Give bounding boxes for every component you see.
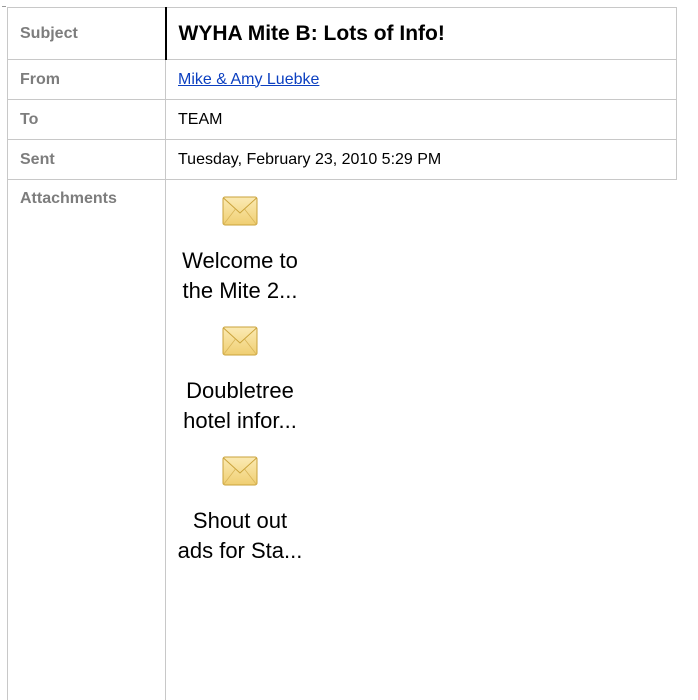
attachment-list: Welcome to the Mite 2... Doubletree hote… <box>166 190 314 580</box>
sent-value: Tuesday, February 23, 2010 5:29 PM <box>165 139 677 180</box>
attachment-item[interactable]: Welcome to the Mite 2... <box>166 190 314 320</box>
attachments-label: Attachments <box>7 179 166 700</box>
envelope-icon[interactable] <box>222 456 258 486</box>
attachment-name-line2: the Mite 2... <box>182 278 298 303</box>
attachment-name-line2: ads for Sta... <box>177 538 303 563</box>
subject-value: WYHA Mite B: Lots of Info! <box>164 7 677 60</box>
attachment-name: Doubletree hotel infor... <box>166 376 314 450</box>
attachment-name: Welcome to the Mite 2... <box>166 246 314 320</box>
from-row: From Mike & Amy Luebke <box>7 59 677 100</box>
attachment-item[interactable]: Doubletree hotel infor... <box>166 320 314 450</box>
subject-row: Subject WYHA Mite B: Lots of Info! <box>7 7 677 60</box>
attachment-name-line2: hotel infor... <box>183 408 297 433</box>
corner-mark <box>2 6 6 7</box>
attachment-item[interactable]: Shout out ads for Sta... <box>166 450 314 580</box>
attachment-name-line1: Doubletree <box>186 378 294 403</box>
sent-label: Sent <box>7 139 166 180</box>
from-label: From <box>7 59 166 100</box>
envelope-icon[interactable] <box>222 326 258 356</box>
attachments-row: Attachments Welcome to the Mite 2... Dou… <box>7 179 677 700</box>
to-value: TEAM <box>165 99 677 140</box>
from-value: Mike & Amy Luebke <box>165 59 677 100</box>
envelope-icon[interactable] <box>222 196 258 226</box>
sender-link[interactable]: Mike & Amy Luebke <box>178 71 319 88</box>
attachment-name-line1: Shout out <box>192 508 288 533</box>
subject-label: Subject <box>7 7 166 60</box>
email-print-view: Subject WYHA Mite B: Lots of Info! From … <box>0 0 698 700</box>
sent-row: Sent Tuesday, February 23, 2010 5:29 PM <box>7 139 677 180</box>
to-row: To TEAM <box>7 99 677 140</box>
attachment-name: Shout out ads for Sta... <box>166 506 314 580</box>
email-header-table: Subject WYHA Mite B: Lots of Info! From … <box>7 7 677 700</box>
attachment-name-line1: Welcome to <box>182 248 298 273</box>
to-label: To <box>7 99 166 140</box>
attachments-cell: Welcome to the Mite 2... Doubletree hote… <box>165 179 677 700</box>
